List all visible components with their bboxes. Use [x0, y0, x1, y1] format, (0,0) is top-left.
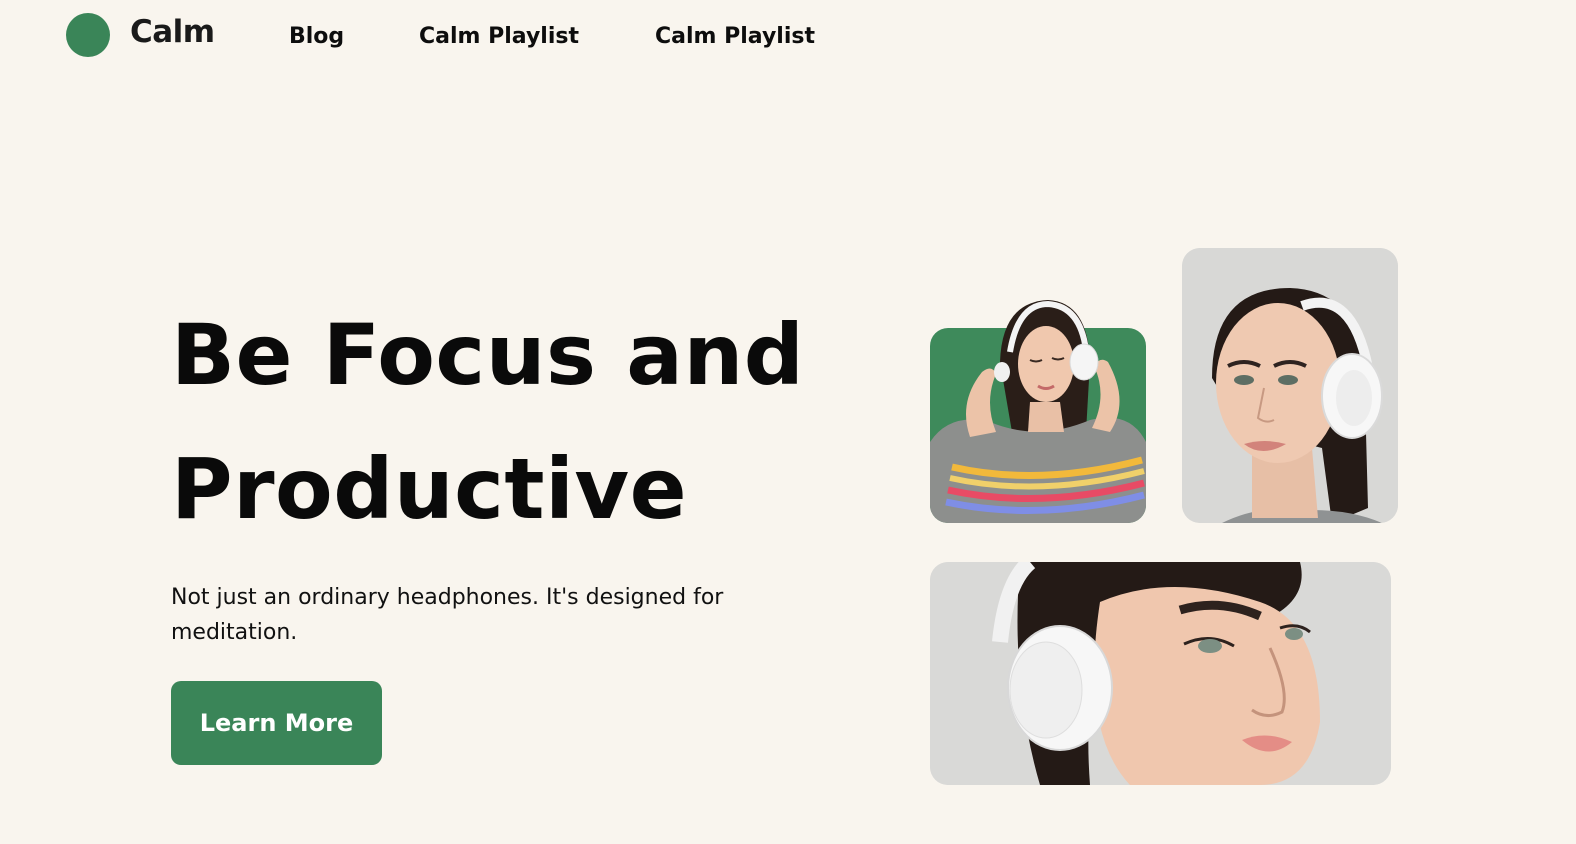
learn-more-button[interactable]: Learn More: [171, 681, 382, 765]
nav-link-calm-playlist-2[interactable]: Calm Playlist: [655, 24, 815, 49]
hero-subtitle: Not just an ordinary headphones. It's de…: [171, 585, 724, 645]
hero-image-closeup: [930, 562, 1391, 785]
nav-link-calm-playlist[interactable]: Calm Playlist: [419, 24, 579, 49]
hero-title-line-2: Productive: [171, 440, 688, 538]
hero-image-green: [930, 292, 1146, 523]
woman-with-headphones-illustration: [930, 300, 1146, 523]
hero-image-portrait: [1182, 248, 1398, 523]
nav-link-blog[interactable]: Blog: [289, 24, 344, 49]
woman-portrait-illustration: [1182, 248, 1398, 523]
hero-title: Be Focus and Productive: [171, 288, 871, 556]
top-navigation: Calm Blog Calm Playlist Calm Playlist: [0, 0, 1576, 80]
logo-circle-icon[interactable]: [66, 13, 110, 57]
brand-name[interactable]: Calm: [130, 14, 215, 50]
hero-title-line-1: Be Focus and: [171, 306, 805, 404]
woman-closeup-illustration: [930, 562, 1391, 785]
